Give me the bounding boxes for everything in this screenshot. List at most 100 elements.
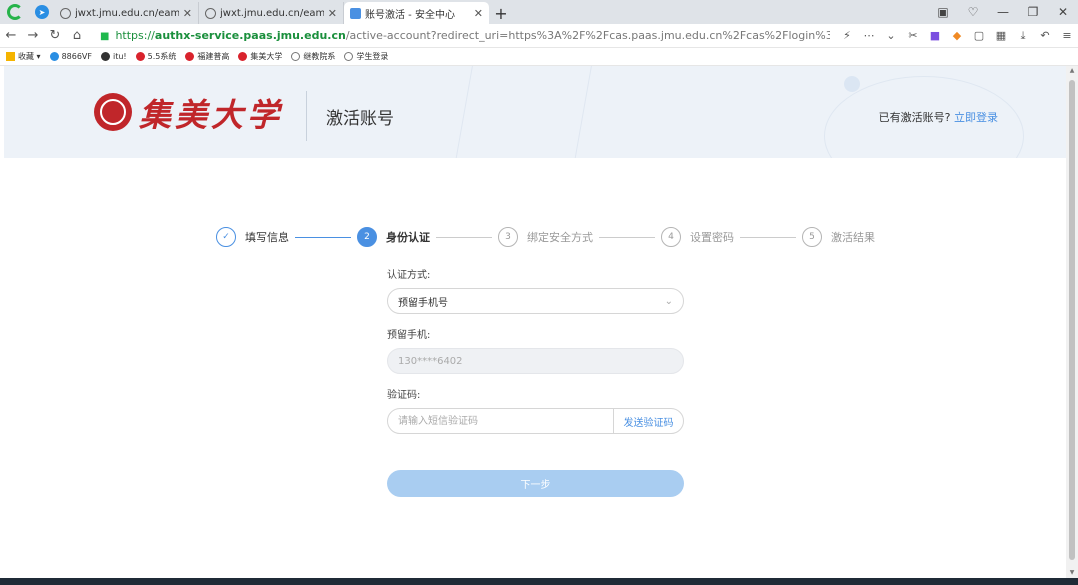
- close-icon[interactable]: ✕: [328, 7, 337, 20]
- bookmark-icon: [101, 52, 110, 61]
- code-field-wrapper: 发送验证码: [387, 408, 684, 434]
- step-number: 5: [802, 227, 822, 247]
- header-divider: [306, 91, 307, 141]
- close-icon[interactable]: ✕: [474, 7, 483, 20]
- step-label: 填写信息: [245, 231, 289, 244]
- page-scrollbar[interactable]: ▲ ▼: [1066, 66, 1078, 578]
- step-activation-result: 5 激活结果: [802, 227, 875, 247]
- menu-icon[interactable]: ≡: [1056, 29, 1078, 42]
- bookmark-item[interactable]: 5.5系统: [135, 51, 176, 62]
- auth-method-value: 预留手机号: [398, 297, 448, 309]
- step-fill-info: ✓ 填写信息: [216, 227, 289, 247]
- bookmark-item[interactable]: 集美大学: [238, 51, 282, 62]
- bookmark-item[interactable]: 继教院系: [291, 51, 335, 62]
- browser-logo-icon: [0, 0, 30, 24]
- bookmark-item[interactable]: 收藏 ▾: [6, 51, 41, 62]
- bookmark-icon: [49, 52, 59, 61]
- back-icon[interactable]: ←: [0, 28, 22, 43]
- fox-icon[interactable]: ◆: [946, 29, 968, 42]
- check-icon: ✓: [216, 227, 236, 247]
- close-icon[interactable]: ✕: [183, 7, 192, 20]
- telegram-icon[interactable]: ➤: [30, 0, 54, 24]
- close-window-icon[interactable]: ✕: [1048, 5, 1078, 19]
- step-connector: [436, 236, 492, 238]
- page-title: 激活账号: [326, 109, 394, 129]
- tab-title: jwxt.jmu.edu.cn/eams/stude: [220, 7, 324, 19]
- url-host: authx-service.paas.jmu.edu.cn: [154, 29, 346, 42]
- login-prompt: 已有激活账号? 立即登录: [879, 109, 998, 125]
- phone-row: 预留手机: 130****6402: [387, 326, 684, 374]
- header-decoration: [844, 76, 860, 92]
- undo-icon[interactable]: ↶: [1034, 29, 1056, 42]
- shirt-icon[interactable]: ♡: [958, 5, 988, 19]
- url-prefix: https://: [115, 29, 155, 42]
- home-icon[interactable]: ⌂: [66, 28, 88, 43]
- scroll-up-icon[interactable]: ▲: [1066, 66, 1078, 76]
- grid-icon[interactable]: ▦: [990, 29, 1012, 42]
- step-bind-security: 3 绑定安全方式: [498, 227, 593, 247]
- login-link[interactable]: 立即登录: [954, 111, 998, 124]
- globe-icon: [205, 7, 216, 19]
- code-label: 验证码:: [387, 390, 421, 401]
- bookmark-item[interactable]: 学生登录: [344, 51, 388, 62]
- phone-label: 预留手机:: [387, 330, 431, 341]
- progress-stepper: ✓ 填写信息 2 身份认证 3 绑定安全方式 4 设置密码 5 激活结果: [216, 226, 875, 248]
- address-bar: ← → ↻ ⌂ ■ https://authx-service.paas.jmu…: [0, 24, 1078, 48]
- restore-icon[interactable]: ❐: [1018, 5, 1048, 19]
- step-number: 4: [661, 227, 681, 247]
- tab-title: jwxt.jmu.edu.cn/eams/stude: [75, 7, 179, 19]
- lock-icon: ■: [100, 30, 110, 42]
- step-identity-verification: 2 身份认证: [357, 227, 430, 247]
- more-icon[interactable]: ⋯: [858, 29, 880, 42]
- star-icon: [6, 52, 15, 61]
- window-controls: ▣ ♡ — ❐ ✕: [928, 0, 1078, 24]
- bookmark-item[interactable]: 8866VF: [49, 52, 92, 61]
- bookmark-icon: [238, 52, 248, 61]
- auth-method-row: 认证方式: 预留手机号 ⌄: [387, 266, 684, 314]
- minimize-icon[interactable]: —: [988, 5, 1018, 19]
- lightning-icon[interactable]: ⚡: [836, 29, 858, 42]
- url-field[interactable]: ■ https://authx-service.paas.jmu.edu.cn /…: [94, 26, 830, 46]
- forward-icon[interactable]: →: [22, 28, 44, 43]
- scissors-icon[interactable]: ✂: [902, 29, 924, 42]
- sms-code-input[interactable]: [388, 409, 613, 433]
- send-code-button[interactable]: 发送验证码: [613, 409, 683, 433]
- bookmarks-bar: 收藏 ▾ 8866VF itu! 5.5系统 福建普高 集美大学 继教院系 学生…: [0, 48, 1078, 66]
- screen-icon[interactable]: ▢: [968, 29, 990, 42]
- code-row: 验证码: 发送验证码: [387, 386, 684, 434]
- bookmark-item[interactable]: 福建普高: [185, 51, 229, 62]
- university-name: 集美大学: [139, 96, 284, 134]
- step-connector: [295, 236, 351, 238]
- university-seal-logo: [94, 93, 132, 131]
- download-icon[interactable]: ⤓: [1012, 29, 1034, 43]
- url-path: /active-account?redirect_uri=https%3A%2F…: [345, 29, 830, 42]
- new-tab-button[interactable]: +: [489, 2, 513, 24]
- step-set-password: 4 设置密码: [661, 227, 734, 247]
- extension-icon[interactable]: ■: [924, 29, 946, 42]
- browser-tab-1[interactable]: jwxt.jmu.edu.cn/eams/stude ✕: [54, 2, 199, 24]
- browser-tab-bar: ➤ jwxt.jmu.edu.cn/eams/stude ✕ jwxt.jmu.…: [0, 0, 1078, 24]
- step-label: 绑定安全方式: [527, 231, 593, 244]
- step-label: 身份认证: [386, 231, 430, 244]
- auth-method-label: 认证方式:: [387, 270, 431, 281]
- verification-form: 认证方式: 预留手机号 ⌄ 预留手机: 130****6402 验证码: 发送验…: [387, 266, 684, 446]
- auth-method-select[interactable]: 预留手机号 ⌄: [387, 288, 684, 314]
- browser-tab-3[interactable]: 账号激活 - 安全中心 ✕: [344, 2, 489, 24]
- browser-tab-2[interactable]: jwxt.jmu.edu.cn/eams/stude ✕: [199, 2, 344, 24]
- reload-icon[interactable]: ↻: [44, 28, 66, 43]
- globe-icon: [291, 52, 301, 61]
- step-number: 3: [498, 227, 518, 247]
- chevron-down-icon: ⌄: [664, 295, 673, 307]
- page-header: 集美大学 激活账号 已有激活账号? 立即登录: [4, 66, 1066, 158]
- tab-list-icon[interactable]: ▣: [928, 5, 958, 19]
- step-label: 设置密码: [690, 231, 734, 244]
- scroll-down-icon[interactable]: ▼: [1066, 568, 1078, 578]
- chevron-down-icon[interactable]: ⌄: [880, 29, 902, 42]
- scroll-thumb[interactable]: [1069, 80, 1075, 560]
- tab-title: 账号激活 - 安全中心: [365, 9, 455, 21]
- next-step-button[interactable]: 下一步: [387, 470, 684, 497]
- globe-icon: [60, 7, 71, 19]
- bookmark-item[interactable]: itu!: [101, 52, 127, 61]
- header-decoration: [454, 66, 594, 158]
- step-connector: [740, 236, 796, 238]
